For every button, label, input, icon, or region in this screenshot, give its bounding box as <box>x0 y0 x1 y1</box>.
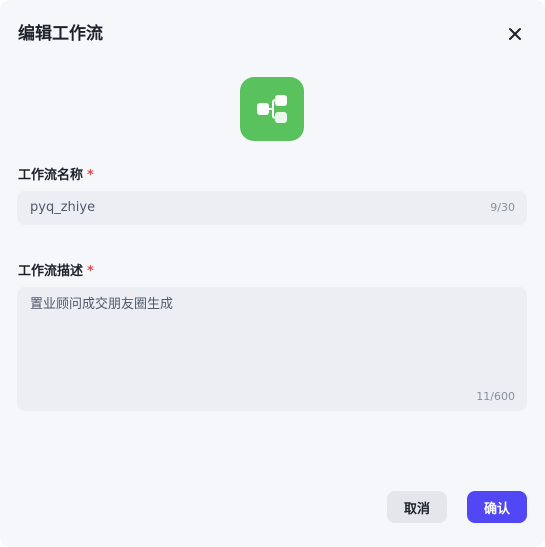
close-button[interactable] <box>503 22 527 46</box>
confirm-button[interactable]: 确认 <box>467 491 527 523</box>
edit-workflow-dialog: 编辑工作流 工作流名称 * pyq_zhiye 9/30 工作流描述 * 置业顾问成… <box>0 0 545 547</box>
name-field-label: 工作流名称 * <box>18 167 94 185</box>
workflow-description-value: 置业顾问成交朋友圈生成 <box>30 297 174 312</box>
cancel-button[interactable]: 取消 <box>387 491 447 523</box>
workflow-name-value: pyq_zhiye <box>30 200 96 215</box>
close-icon <box>509 28 521 40</box>
dialog-title: 编辑工作流 <box>18 24 103 44</box>
workflow-description-textarea[interactable]: 置业顾问成交朋友圈生成 11/600 <box>17 287 527 411</box>
name-char-counter: 9/30 <box>490 201 515 214</box>
required-mark: * <box>87 168 94 183</box>
workflow-app-icon[interactable] <box>240 77 304 141</box>
required-mark: * <box>87 264 94 279</box>
desc-field-label: 工作流描述 * <box>18 263 94 281</box>
desc-char-counter: 11/600 <box>476 390 515 403</box>
workflow-name-input[interactable]: pyq_zhiye 9/30 <box>17 191 527 225</box>
desc-label-text: 工作流描述 <box>18 264 84 279</box>
name-label-text: 工作流名称 <box>18 168 84 183</box>
workflow-nodes-icon <box>257 95 287 123</box>
